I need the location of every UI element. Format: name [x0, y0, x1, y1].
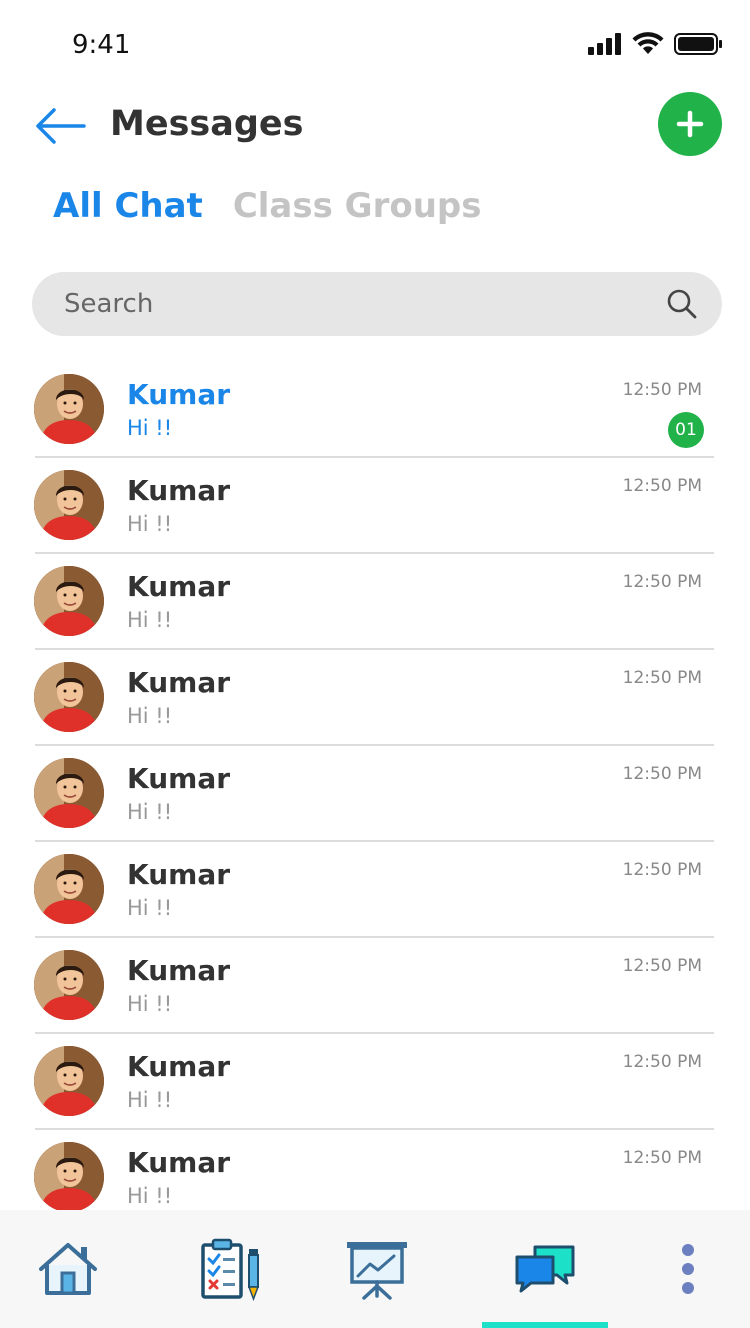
avatar-image [34, 470, 104, 540]
chat-list-item[interactable]: Kumar Hi !! 12:50 PM [0, 554, 750, 650]
chat-list: Kumar Hi !! 12:50 PM 01 Kumar Hi !! 12:5… [0, 362, 750, 1210]
unread-badge: 01 [668, 412, 704, 448]
chat-list-item[interactable]: Kumar Hi !! 12:50 PM [0, 650, 750, 746]
avatar-image [34, 566, 104, 636]
chat-time: 12:50 PM [622, 572, 702, 592]
tab-all-chat[interactable]: All Chat [53, 186, 203, 226]
chat-time: 12:50 PM [622, 860, 702, 880]
chat-preview: Hi !! [127, 800, 173, 824]
avatar [34, 950, 104, 1020]
chat-preview: Hi !! [127, 896, 173, 920]
search-input[interactable] [64, 272, 664, 336]
chat-time: 12:50 PM [622, 764, 702, 784]
status-icons [588, 32, 722, 56]
avatar [34, 854, 104, 924]
chat-name: Kumar [127, 1050, 231, 1083]
tab-bar: All Chat Class Groups [53, 186, 482, 226]
chat-list-item[interactable]: Kumar Hi !! 12:50 PM [0, 938, 750, 1034]
bottom-nav [0, 1210, 750, 1328]
nav-tasks[interactable] [168, 1210, 293, 1328]
wifi-icon [632, 32, 664, 54]
chat-time: 12:50 PM [622, 1052, 702, 1072]
avatar [34, 566, 104, 636]
back-button[interactable] [32, 106, 88, 146]
avatar-image [34, 1046, 104, 1116]
chat-list-item[interactable]: Kumar Hi !! 12:50 PM [0, 1034, 750, 1130]
chat-name: Kumar [127, 954, 231, 987]
avatar [34, 1046, 104, 1116]
chat-time: 12:50 PM [622, 1148, 702, 1168]
nav-messages[interactable] [482, 1210, 607, 1328]
chat-name: Kumar [127, 1146, 231, 1179]
avatar-image [34, 1142, 104, 1210]
avatar [34, 662, 104, 732]
chat-preview: Hi !! [127, 1088, 173, 1112]
chat-time: 12:50 PM [622, 380, 702, 400]
page-title: Messages [110, 104, 304, 144]
chat-name: Kumar [127, 378, 231, 411]
chat-name: Kumar [127, 570, 231, 603]
avatar [34, 470, 104, 540]
chat-preview: Hi !! [127, 512, 173, 536]
nav-presentation[interactable] [314, 1210, 439, 1328]
chat-name: Kumar [127, 858, 231, 891]
plus-icon [676, 110, 704, 138]
chat-preview: Hi !! [127, 992, 173, 1016]
new-message-button[interactable] [658, 92, 722, 156]
tab-class-groups[interactable]: Class Groups [233, 186, 482, 226]
chat-list-item[interactable]: Kumar Hi !! 12:50 PM 01 [0, 362, 750, 458]
chat-icon [515, 1245, 574, 1293]
chat-list-item[interactable]: Kumar Hi !! 12:50 PM [0, 458, 750, 554]
chat-preview: Hi !! [127, 704, 173, 728]
chat-time: 12:50 PM [622, 956, 702, 976]
chat-name: Kumar [127, 474, 231, 507]
nav-home[interactable] [5, 1210, 130, 1328]
avatar [34, 1142, 104, 1210]
search-bar [32, 272, 722, 336]
active-tab-indicator [482, 1322, 608, 1328]
avatar [34, 374, 104, 444]
signal-icon [588, 33, 621, 55]
status-bar: 9:41 [0, 0, 750, 90]
chat-time: 12:50 PM [622, 668, 702, 688]
presentation-icon [346, 1242, 407, 1300]
search-icon[interactable] [666, 288, 698, 320]
chat-preview: Hi !! [127, 416, 173, 440]
chat-list-item[interactable]: Kumar Hi !! 12:50 PM [0, 1130, 750, 1210]
avatar-image [34, 854, 104, 924]
avatar [34, 758, 104, 828]
avatar-image [34, 374, 104, 444]
chat-preview: Hi !! [127, 1184, 173, 1208]
more-vertical-icon [681, 1244, 694, 1294]
status-time: 9:41 [72, 30, 131, 60]
chat-list-item[interactable]: Kumar Hi !! 12:50 PM [0, 746, 750, 842]
avatar-image [34, 758, 104, 828]
chat-list-item[interactable]: Kumar Hi !! 12:50 PM [0, 842, 750, 938]
avatar-image [34, 950, 104, 1020]
header: Messages [0, 90, 750, 170]
checklist-icon [200, 1238, 259, 1301]
battery-icon [674, 33, 722, 55]
chat-preview: Hi !! [127, 608, 173, 632]
home-icon [38, 1243, 97, 1295]
chat-name: Kumar [127, 762, 231, 795]
arrow-left-icon [36, 108, 86, 144]
chat-time: 12:50 PM [622, 476, 702, 496]
avatar-image [34, 662, 104, 732]
chat-name: Kumar [127, 666, 231, 699]
nav-more[interactable] [625, 1210, 750, 1328]
